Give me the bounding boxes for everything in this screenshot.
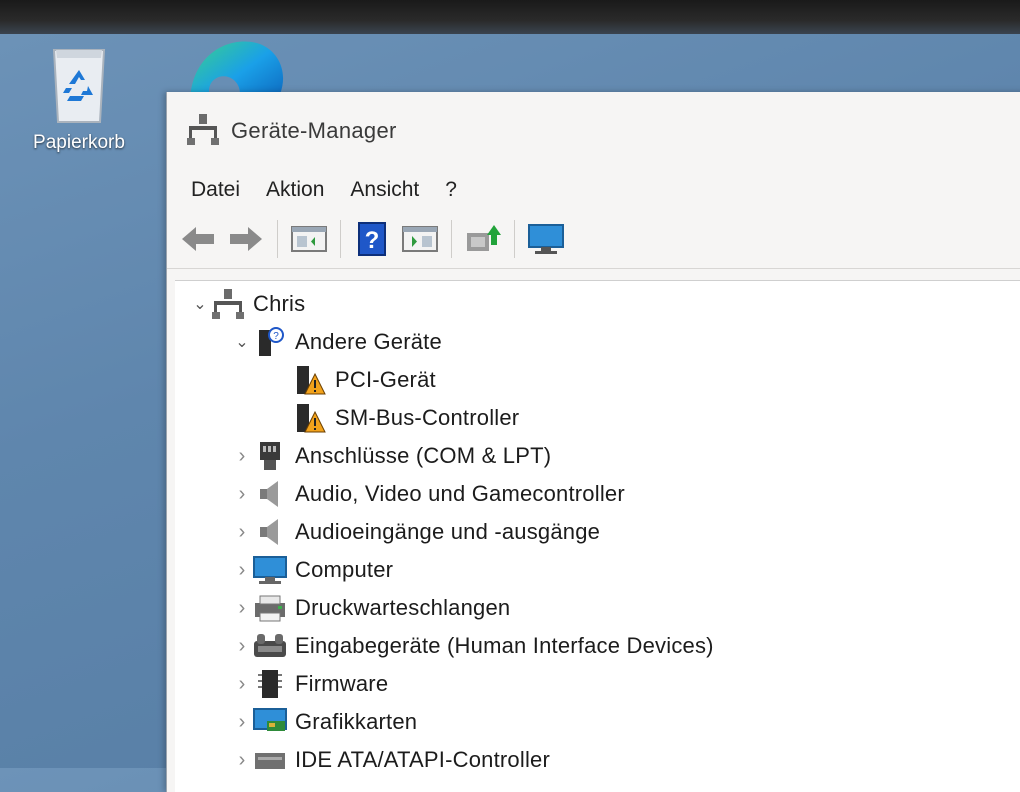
help-icon: ? [358, 222, 386, 256]
warning-device-icon [293, 365, 327, 395]
tree-root-label: Chris [253, 291, 306, 316]
menu-help[interactable]: ? [435, 178, 467, 202]
recycle-bin-label: Papierkorb [33, 132, 125, 153]
tree-item[interactable]: › Eingabegeräte (Human Interface Devices) [231, 629, 714, 663]
tree-item-label: Computer [295, 557, 394, 582]
tree-item[interactable]: PCI-Gerät [271, 363, 436, 397]
window-title: Geräte-Manager [231, 118, 397, 143]
toolbar-separator [340, 220, 341, 258]
device-manager-icon [187, 112, 219, 151]
menu-view[interactable]: Ansicht [340, 178, 429, 202]
tree-item-label: Eingabegeräte (Human Interface Devices) [295, 633, 714, 658]
tree-item[interactable]: ⌄? Andere Geräte [231, 325, 442, 359]
update-driver-icon [467, 225, 501, 251]
svg-text:?: ? [365, 227, 380, 254]
chevron-right-icon[interactable]: › [231, 559, 253, 582]
title-bar[interactable]: Geräte-Manager [167, 92, 1020, 170]
chevron-right-icon[interactable]: › [231, 445, 253, 468]
ide-icon [253, 745, 287, 775]
toolbar: ? [167, 210, 1020, 269]
chevron-right-icon[interactable]: › [231, 483, 253, 506]
chevron-right-icon[interactable]: › [231, 749, 253, 772]
tree-item[interactable]: › Grafikkarten [231, 705, 417, 739]
tree-item-label: Anschlüsse (COM & LPT) [295, 443, 552, 468]
chevron-right-icon[interactable]: › [231, 521, 253, 544]
update-driver-button[interactable] [462, 218, 504, 260]
device-tree: ⌄ Chris ⌄? Andere Geräte PCI-Gerät SM-Bus-C… [175, 280, 1020, 792]
chevron-down-icon[interactable]: ⌄ [189, 294, 211, 314]
firmware-icon [253, 669, 287, 699]
tree-item-label: IDE ATA/ATAPI-Controller [295, 747, 551, 772]
properties-icon [291, 226, 327, 252]
help-button[interactable]: ? [351, 218, 393, 260]
hid-icon [253, 631, 287, 661]
port-icon [253, 441, 287, 471]
menu-file[interactable]: Datei [181, 178, 250, 202]
svg-text:?: ? [273, 331, 279, 342]
tree-item-label: Audioeingänge und -ausgänge [295, 519, 601, 544]
chevron-right-icon[interactable]: › [231, 711, 253, 734]
speaker-icon [253, 517, 287, 547]
toolbar-separator [277, 220, 278, 258]
computer-network-icon [211, 289, 245, 319]
tree-item-label: Grafikkarten [295, 709, 418, 734]
chevron-right-icon[interactable]: › [231, 635, 253, 658]
monitor-bezel [0, 0, 1020, 34]
toolbar-separator [451, 220, 452, 258]
tree-item-label: Druckwarteschlangen [295, 595, 511, 620]
tree-root[interactable]: ⌄ Chris [189, 287, 305, 321]
scan-icon [402, 226, 438, 252]
tree-item-label: Firmware [295, 671, 389, 696]
monitor-button[interactable] [525, 218, 567, 260]
back-icon [182, 227, 214, 251]
speaker-icon [253, 479, 287, 509]
tree-item[interactable]: › Anschlüsse (COM & LPT) [231, 439, 551, 473]
monitor-icon [528, 224, 564, 254]
tree-item[interactable]: › IDE ATA/ATAPI-Controller [231, 743, 550, 777]
tree-item[interactable]: › Firmware [231, 667, 388, 701]
toolbar-separator [514, 220, 515, 258]
back-button[interactable] [177, 218, 219, 260]
tree-item[interactable]: SM-Bus-Controller [271, 401, 519, 435]
properties-button[interactable] [288, 218, 330, 260]
tree-item-label: SM-Bus-Controller [335, 405, 520, 430]
tree-item-label: PCI-Gerät [335, 367, 436, 392]
unknown-device-icon: ? [253, 327, 287, 357]
scan-hardware-button[interactable] [399, 218, 441, 260]
tree-item[interactable]: › Audio, Video und Gamecontroller [231, 477, 625, 511]
tree-item[interactable]: › Druckwarteschlangen [231, 591, 510, 625]
desktop-icon-recycle-bin[interactable]: Papierkorb [18, 44, 140, 154]
tree-item[interactable]: › Computer [231, 553, 393, 587]
display-adapter-icon [253, 707, 287, 737]
tree-item-label: Audio, Video und Gamecontroller [295, 481, 625, 506]
printer-icon [253, 593, 287, 623]
tree-item-label: Andere Geräte [295, 329, 442, 354]
computer-icon [253, 555, 287, 585]
tree-item[interactable]: › Audioeingänge und -ausgänge [231, 515, 600, 549]
menu-action[interactable]: Aktion [256, 178, 334, 202]
forward-button[interactable] [225, 218, 267, 260]
forward-icon [230, 227, 262, 251]
menu-bar: Datei Aktion Ansicht ? [167, 170, 1020, 210]
chevron-right-icon[interactable]: › [231, 597, 253, 620]
recycle-bin-icon [48, 44, 110, 126]
chevron-right-icon[interactable]: › [231, 673, 253, 696]
chevron-down-icon[interactable]: ⌄ [231, 332, 253, 352]
warning-device-icon [293, 403, 327, 433]
device-manager-window: Geräte-Manager Datei Aktion Ansicht ? ? … [166, 92, 1020, 792]
